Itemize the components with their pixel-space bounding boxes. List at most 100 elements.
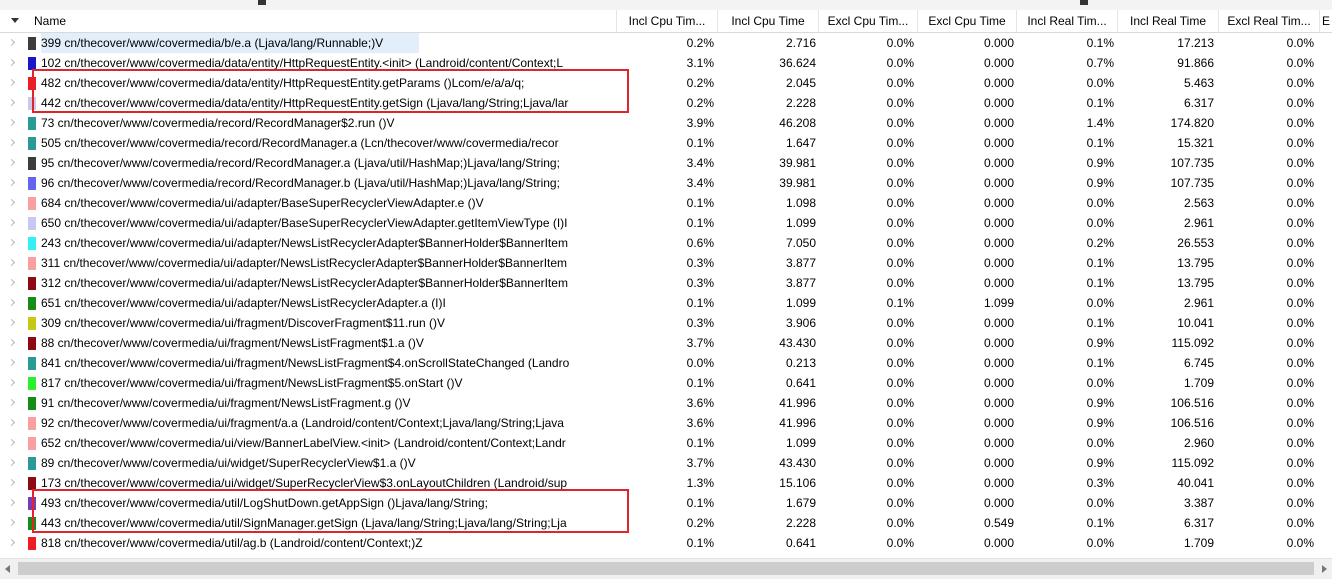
cell-excl-cpu-pct: 0.0% — [886, 116, 914, 130]
expand-chevron-icon[interactable] — [7, 218, 16, 227]
expand-chevron-icon[interactable] — [7, 118, 16, 127]
column-header-excl-cpu-time[interactable]: Excl Cpu Time — [918, 10, 1017, 32]
cell-incl-real-pct: 0.9% — [1086, 396, 1114, 410]
expand-chevron-icon[interactable] — [7, 458, 16, 467]
table-row[interactable]: 92 cn/thecover/www/covermedia/ui/fragmen… — [0, 413, 1332, 433]
table-row[interactable]: 243 cn/thecover/www/covermedia/ui/adapte… — [0, 233, 1332, 253]
cell-incl-cpu-pct: 3.7% — [686, 336, 714, 350]
scroll-left-icon[interactable] — [5, 565, 10, 573]
cell-incl-cpu-pct: 3.7% — [686, 456, 714, 470]
expand-chevron-icon[interactable] — [7, 158, 16, 167]
method-name: 309 cn/thecover/www/covermedia/ui/fragme… — [41, 316, 445, 330]
table-row[interactable]: 399 cn/thecover/www/covermedia/b/e.a (Lj… — [0, 33, 1332, 53]
column-header-name[interactable]: Name — [0, 10, 617, 32]
cell-excl-cpu-pct: 0.0% — [886, 176, 914, 190]
cell-incl-cpu-pct: 3.4% — [686, 156, 714, 170]
column-header-excl-real-pct[interactable]: Excl Real Tim... — [1219, 10, 1320, 32]
cell-excl-cpu-pct: 0.0% — [886, 256, 914, 270]
expand-chevron-icon[interactable] — [7, 78, 16, 87]
cell-excl-real-pct: 0.0% — [1286, 296, 1314, 310]
cell-incl-cpu-pct: 0.1% — [686, 296, 714, 310]
cell-incl-cpu-time: 15.106 — [779, 476, 816, 490]
cell-excl-cpu-pct: 0.0% — [886, 356, 914, 370]
collapse-all-icon[interactable] — [11, 18, 19, 23]
expand-chevron-icon[interactable] — [7, 178, 16, 187]
method-color-swatch — [28, 537, 36, 550]
method-name: 650 cn/thecover/www/covermedia/ui/adapte… — [41, 216, 568, 230]
table-row[interactable]: 309 cn/thecover/www/covermedia/ui/fragme… — [0, 313, 1332, 333]
method-name: 684 cn/thecover/www/covermedia/ui/adapte… — [41, 196, 484, 210]
expand-chevron-icon[interactable] — [7, 498, 16, 507]
cell-excl-cpu-time: 0.000 — [983, 336, 1014, 350]
cell-incl-cpu-time: 1.099 — [785, 296, 816, 310]
expand-chevron-icon[interactable] — [7, 98, 16, 107]
table-row[interactable]: 651 cn/thecover/www/covermedia/ui/adapte… — [0, 293, 1332, 313]
table-row[interactable]: 312 cn/thecover/www/covermedia/ui/adapte… — [0, 273, 1332, 293]
table-row[interactable]: 73 cn/thecover/www/covermedia/record/Rec… — [0, 113, 1332, 133]
scroll-right-icon[interactable] — [1322, 565, 1327, 573]
expand-chevron-icon[interactable] — [7, 338, 16, 347]
cell-incl-cpu-time: 3.906 — [785, 316, 816, 330]
cell-incl-real-pct: 0.2% — [1086, 236, 1114, 250]
column-header-incl-cpu-pct[interactable]: Incl Cpu Tim... — [617, 10, 718, 32]
method-name: 73 cn/thecover/www/covermedia/record/Rec… — [41, 116, 395, 130]
scrollbar-thumb[interactable] — [18, 562, 1314, 575]
table-row[interactable]: 650 cn/thecover/www/covermedia/ui/adapte… — [0, 213, 1332, 233]
table-row[interactable]: 95 cn/thecover/www/covermedia/record/Rec… — [0, 153, 1332, 173]
expand-chevron-icon[interactable] — [7, 398, 16, 407]
expand-chevron-icon[interactable] — [7, 278, 16, 287]
table-row[interactable]: 817 cn/thecover/www/covermedia/ui/fragme… — [0, 373, 1332, 393]
horizontal-scrollbar[interactable] — [0, 558, 1332, 579]
cell-excl-cpu-pct: 0.0% — [886, 216, 914, 230]
cell-incl-real-time: 91.866 — [1177, 56, 1214, 70]
expand-chevron-icon[interactable] — [7, 138, 16, 147]
table-row[interactable]: 684 cn/thecover/www/covermedia/ui/adapte… — [0, 193, 1332, 213]
method-name: 89 cn/thecover/www/covermedia/ui/widget/… — [41, 456, 416, 470]
column-header-incl-real-pct[interactable]: Incl Real Tim... — [1017, 10, 1118, 32]
cell-excl-cpu-time: 0.000 — [983, 36, 1014, 50]
expand-chevron-icon[interactable] — [7, 378, 16, 387]
expand-chevron-icon[interactable] — [7, 478, 16, 487]
cell-incl-real-pct: 0.9% — [1086, 456, 1114, 470]
expand-chevron-icon[interactable] — [7, 58, 16, 67]
expand-chevron-icon[interactable] — [7, 418, 16, 427]
cell-excl-cpu-pct: 0.0% — [886, 336, 914, 350]
expand-chevron-icon[interactable] — [7, 298, 16, 307]
expand-chevron-icon[interactable] — [7, 438, 16, 447]
table-row[interactable]: 89 cn/thecover/www/covermedia/ui/widget/… — [0, 453, 1332, 473]
table-row[interactable]: 652 cn/thecover/www/covermedia/ui/view/B… — [0, 433, 1332, 453]
cell-excl-cpu-pct: 0.0% — [886, 156, 914, 170]
expand-chevron-icon[interactable] — [7, 318, 16, 327]
expand-chevron-icon[interactable] — [7, 518, 16, 527]
cell-excl-real-pct: 0.0% — [1286, 276, 1314, 290]
cell-excl-cpu-time: 0.000 — [983, 156, 1014, 170]
table-row[interactable]: 311 cn/thecover/www/covermedia/ui/adapte… — [0, 253, 1332, 273]
table-row[interactable]: 841 cn/thecover/www/covermedia/ui/fragme… — [0, 353, 1332, 373]
cell-excl-real-pct: 0.0% — [1286, 96, 1314, 110]
table-row[interactable]: 88 cn/thecover/www/covermedia/ui/fragmen… — [0, 333, 1332, 353]
cell-incl-real-time: 6.317 — [1183, 516, 1214, 530]
expand-chevron-icon[interactable] — [7, 38, 16, 47]
expand-chevron-icon[interactable] — [7, 538, 16, 547]
expand-chevron-icon[interactable] — [7, 258, 16, 267]
cell-excl-real-pct: 0.0% — [1286, 336, 1314, 350]
table-row[interactable]: 505 cn/thecover/www/covermedia/record/Re… — [0, 133, 1332, 153]
expand-chevron-icon[interactable] — [7, 238, 16, 247]
column-header-extra[interactable]: E — [1320, 10, 1332, 32]
cell-excl-real-pct: 0.0% — [1286, 216, 1314, 230]
cell-excl-cpu-time: 0.000 — [983, 256, 1014, 270]
expand-chevron-icon[interactable] — [7, 358, 16, 367]
column-header-excl-cpu-pct[interactable]: Excl Cpu Tim... — [819, 10, 918, 32]
table-row[interactable]: 91 cn/thecover/www/covermedia/ui/fragmen… — [0, 393, 1332, 413]
cell-incl-cpu-pct: 0.3% — [686, 256, 714, 270]
table-row[interactable]: 818 cn/thecover/www/covermedia/util/ag.b… — [0, 533, 1332, 553]
method-name: 817 cn/thecover/www/covermedia/ui/fragme… — [41, 376, 463, 390]
cell-excl-cpu-pct: 0.0% — [886, 196, 914, 210]
column-header-incl-real-time[interactable]: Incl Real Time — [1118, 10, 1219, 32]
table-row[interactable]: 96 cn/thecover/www/covermedia/record/Rec… — [0, 173, 1332, 193]
method-color-swatch — [28, 397, 36, 410]
highlight-box — [32, 69, 629, 113]
cell-excl-real-pct: 0.0% — [1286, 376, 1314, 390]
column-header-incl-cpu-time[interactable]: Incl Cpu Time — [718, 10, 819, 32]
expand-chevron-icon[interactable] — [7, 198, 16, 207]
